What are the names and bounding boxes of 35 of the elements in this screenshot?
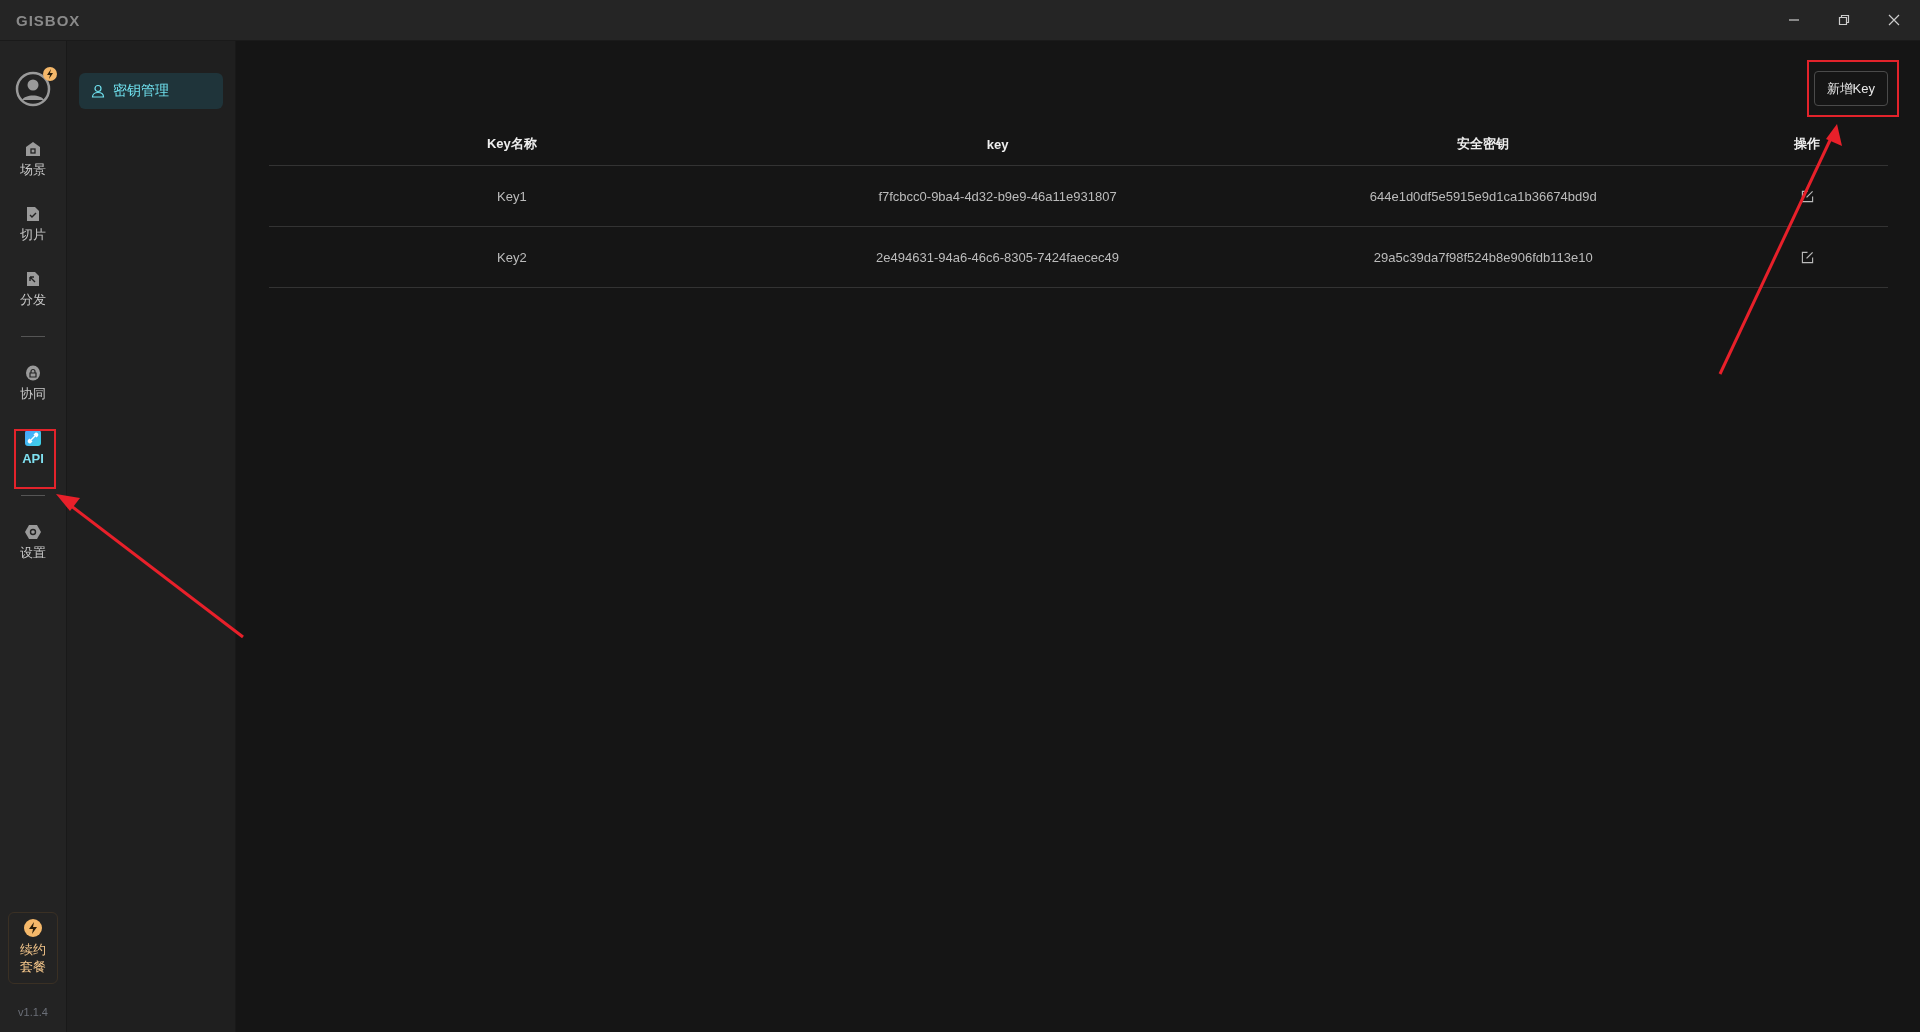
settings-icon bbox=[25, 524, 41, 540]
close-icon[interactable] bbox=[1888, 14, 1900, 26]
edit-icon[interactable] bbox=[1800, 250, 1814, 264]
table-cell-text: 29a5c39da7f98f524b8e906fdb113e10 bbox=[1372, 249, 1594, 265]
table-cell-text: 2e494631-94a6-46c6-8305-7424faecec49 bbox=[875, 249, 1120, 265]
column-header: 操作 bbox=[1793, 135, 1822, 153]
add-key-button[interactable]: 新增Key bbox=[1813, 71, 1888, 106]
nav-item[interactable]: 切片 bbox=[13, 198, 53, 251]
table-cell-text: 644e1d0df5e5915e9d1ca1b36674bd9d bbox=[1368, 188, 1598, 204]
house-icon bbox=[25, 141, 41, 157]
lightning-icon bbox=[24, 919, 42, 937]
lock-icon bbox=[25, 365, 41, 381]
document-arrow-icon bbox=[25, 271, 41, 287]
highlight-frame bbox=[14, 429, 56, 489]
app-logo: GISBOX bbox=[16, 11, 81, 29]
lightning-badge-icon bbox=[43, 67, 57, 81]
avatar-icon[interactable] bbox=[15, 71, 51, 107]
nav-item[interactable]: 设置 bbox=[13, 516, 53, 569]
edit-icon[interactable] bbox=[1800, 189, 1814, 203]
submenu-item[interactable]: 密钥管理 bbox=[79, 73, 223, 109]
restore-icon[interactable] bbox=[1838, 14, 1850, 26]
table-cell-text: Key1 bbox=[496, 188, 528, 204]
column-header: Key名称 bbox=[485, 135, 538, 153]
column-header: key bbox=[985, 136, 1010, 152]
renew-plan-button[interactable]: 续约 套餐 bbox=[8, 912, 58, 984]
version-label: v1.1.4 bbox=[18, 1006, 48, 1018]
nav-item[interactable]: API bbox=[13, 422, 53, 475]
nav-item[interactable]: 协同 bbox=[13, 357, 53, 410]
person-icon bbox=[91, 84, 105, 98]
table-cell-text: Key2 bbox=[496, 249, 528, 265]
nav-item[interactable]: 分发 bbox=[13, 263, 53, 316]
column-header: 安全密钥 bbox=[1456, 135, 1511, 153]
nav-item[interactable]: 场景 bbox=[13, 133, 53, 186]
document-check-icon bbox=[25, 206, 41, 222]
table-cell-text: f7fcbcc0-9ba4-4d32-b9e9-46a11e931807 bbox=[877, 188, 1118, 204]
